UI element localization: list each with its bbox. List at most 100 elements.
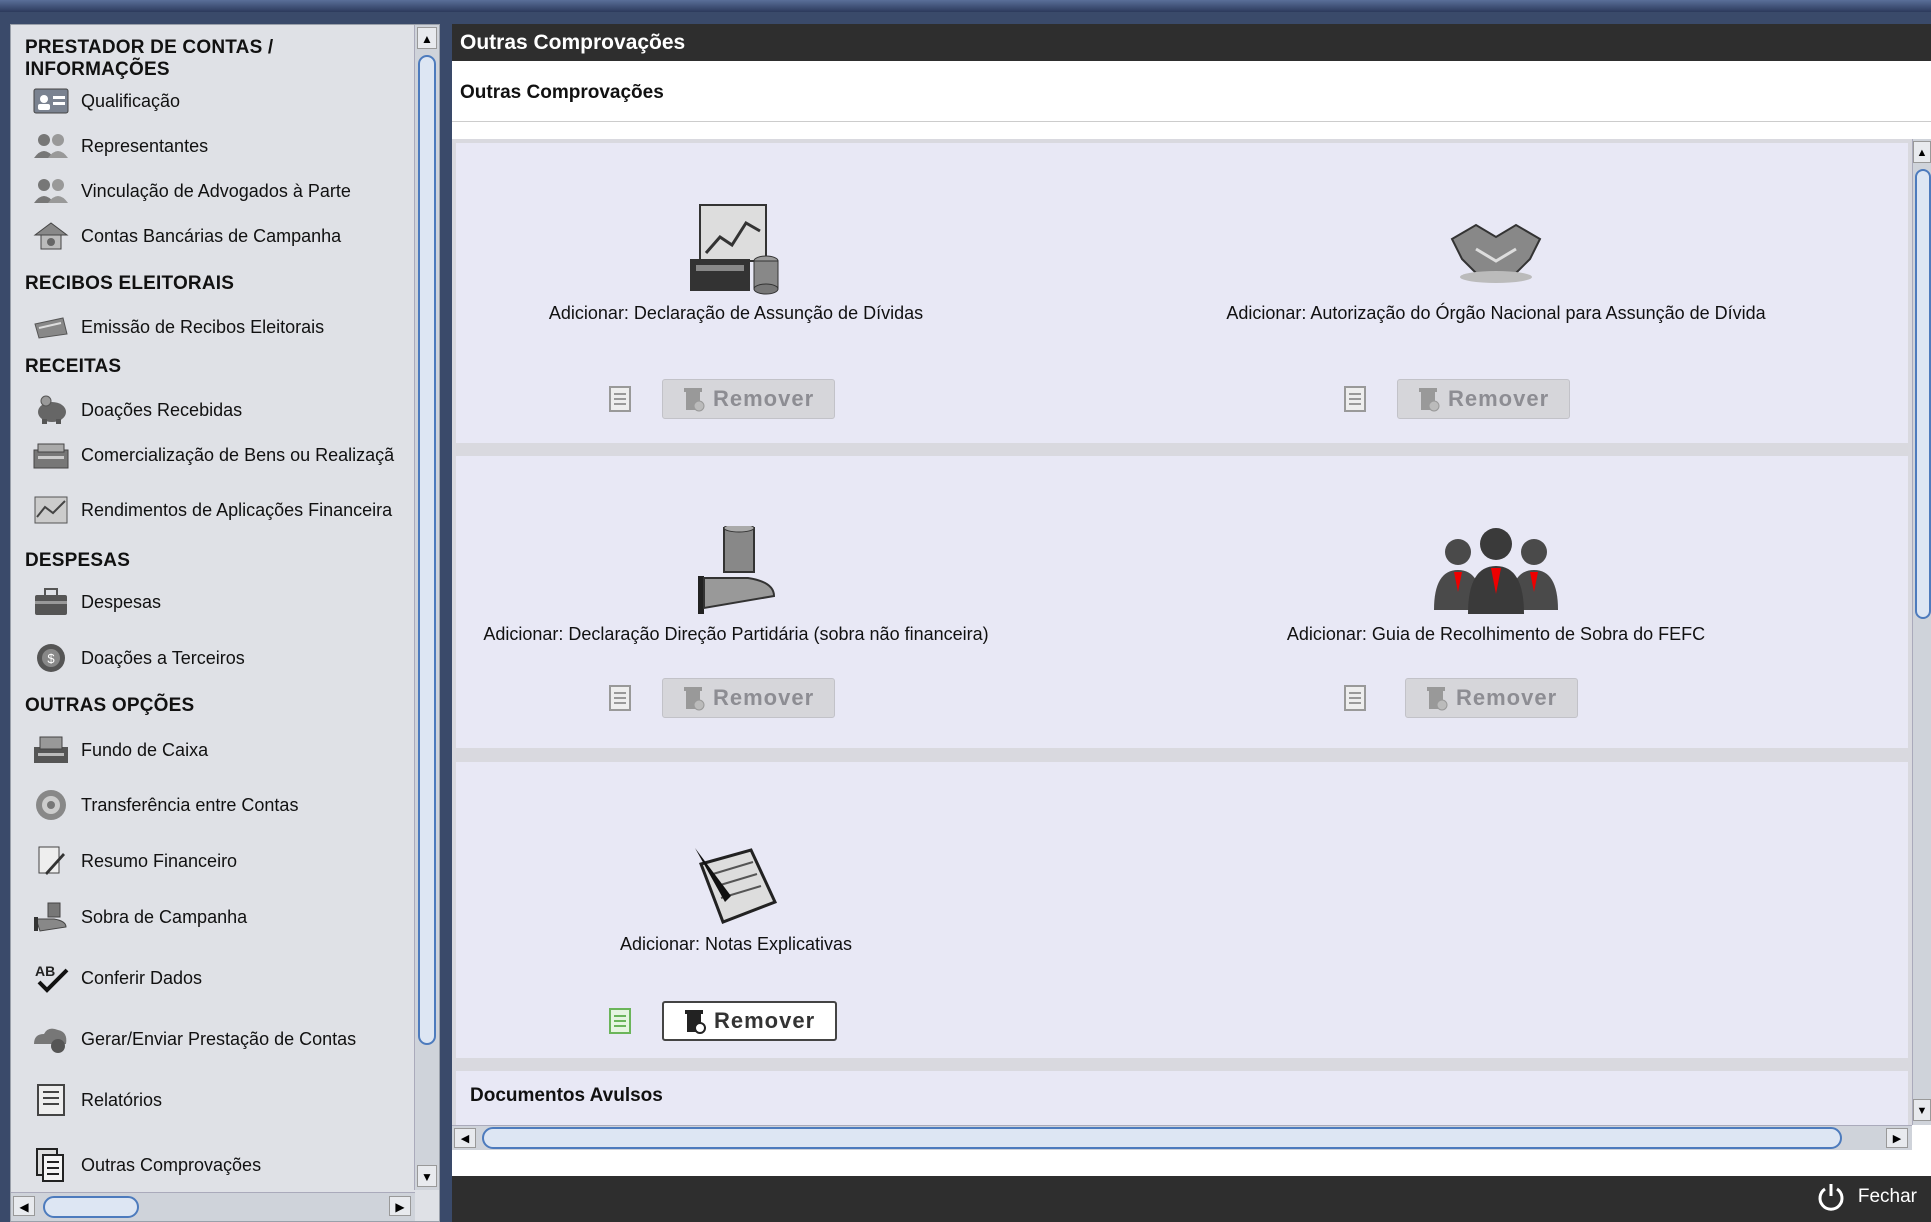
receipt-icon	[31, 310, 71, 344]
section-title-despesas: DESPESAS	[25, 550, 131, 571]
sidebar-item-doacoes-recebidas[interactable]: Doações Recebidas	[31, 390, 242, 430]
remove-label: Remover	[713, 386, 815, 411]
scroll-up-arrow[interactable]: ▲	[417, 27, 437, 49]
sidebar-item-label: Vinculação de Advogados à Parte	[81, 180, 351, 201]
sidebar-item-despesas[interactable]: Despesas	[31, 582, 161, 622]
hand-coins-icon	[31, 900, 71, 934]
trash-icon	[683, 386, 705, 412]
sidebar-item-contas-bancarias[interactable]: Contas Bancárias de Campanha	[31, 216, 341, 256]
scroll-down-arrow[interactable]: ▼	[417, 1165, 437, 1187]
sidebar-item-relatorios[interactable]: Relatórios	[31, 1080, 162, 1120]
window-top-bar	[0, 0, 1931, 12]
section-title-recibos: RECIBOS ELEITORAIS	[25, 273, 235, 294]
sidebar-item-doacoes-terceiros[interactable]: $ Doações a Terceiros	[31, 638, 245, 678]
people-icon	[31, 174, 71, 208]
document-icon[interactable]	[606, 1007, 634, 1035]
footer-bar: Fechar	[452, 1176, 1931, 1222]
main-vertical-scrollbar[interactable]: ▲ ▼	[1912, 139, 1931, 1125]
remove-button[interactable]: Remover	[662, 379, 836, 419]
id-card-icon	[31, 84, 71, 118]
document-icon[interactable]	[1341, 684, 1369, 712]
section-title-receitas: RECEITAS	[25, 356, 122, 377]
scroll-up-arrow[interactable]: ▲	[1913, 141, 1931, 163]
card-label: Adicionar: Autorização do Órgão Nacional…	[1226, 303, 1766, 323]
sidebar-item-label: Conferir Dados	[81, 967, 203, 988]
main-horizontal-scrollbar[interactable]: ◀ ▶	[452, 1125, 1912, 1150]
document-icon[interactable]	[1341, 385, 1369, 413]
sidebar-item-label: Emissão de Recibos Eleitorais	[81, 316, 325, 337]
card-label: Adicionar: Notas Explicativas	[619, 934, 853, 954]
sidebar-item-conferir-dados[interactable]: AB Conferir Dados	[31, 958, 202, 998]
sidebar-item-label: Doações a Terceiros	[81, 647, 245, 668]
sidebar-item-label: Contas Bancárias de Campanha	[81, 225, 342, 246]
document-icon[interactable]	[606, 684, 634, 712]
sidebar-item-label: Doações Recebidas	[81, 399, 243, 420]
sidebar-horizontal-scrollbar[interactable]: ◀ ▶	[11, 1192, 415, 1221]
sidebar-item-gerar-enviar[interactable]: Gerar/Enviar Prestação de Contas	[31, 1019, 356, 1059]
sidebar-item-label: Qualificação	[81, 90, 181, 111]
sidebar-item-comercializacao[interactable]: Comercialização de Bens ou Realizaçã	[31, 435, 394, 475]
scroll-right-arrow[interactable]: ▶	[389, 1196, 411, 1216]
remove-button[interactable]: Remover	[1405, 678, 1579, 718]
scroll-thumb[interactable]	[418, 55, 436, 1045]
sidebar-item-transferencia[interactable]: Transferência entre Contas	[31, 785, 298, 825]
card-label: Adicionar: Declaração de Assunção de Dív…	[548, 303, 924, 323]
trash-icon	[684, 1008, 706, 1034]
sidebar-item-label: Sobra de Campanha	[81, 906, 248, 927]
sidebar-item-label: Representantes	[81, 135, 209, 156]
sidebar-item-vinculacao[interactable]: Vinculação de Advogados à Parte	[31, 171, 351, 211]
sidebar: PRESTADOR DE CONTAS / INFORMAÇÕES Qualif…	[10, 24, 440, 1222]
power-icon	[1816, 1182, 1846, 1212]
sidebar-item-rendimentos[interactable]: Rendimentos de Aplicações Financeira	[31, 490, 392, 530]
card-notas-explicativas[interactable]: Adicionar: Notas Explicativas	[556, 844, 916, 955]
svg-text:AB: AB	[35, 963, 55, 979]
remove-label: Remover	[713, 685, 815, 710]
sidebar-item-resumo-financeiro[interactable]: Resumo Financeiro	[31, 841, 237, 881]
transfer-icon	[31, 788, 71, 822]
sidebar-content: PRESTADOR DE CONTAS / INFORMAÇÕES Qualif…	[11, 25, 415, 1190]
sidebar-vertical-scrollbar[interactable]: ▲ ▼	[414, 25, 439, 1190]
sidebar-item-fundo-caixa[interactable]: Fundo de Caixa	[31, 730, 208, 770]
card-actions-notas-explicativas: Remover	[606, 1001, 838, 1041]
scroll-left-arrow[interactable]: ◀	[13, 1196, 35, 1216]
document-pen-icon	[31, 844, 71, 878]
card-autorizacao-orgao[interactable]: Adicionar: Autorização do Órgão Nacional…	[1196, 203, 1796, 324]
divider	[452, 121, 1931, 122]
card-declaracao-direcao[interactable]: Adicionar: Declaração Direção Partidária…	[466, 526, 1006, 645]
remove-button[interactable]: Remover	[662, 1001, 838, 1041]
remove-button[interactable]: Remover	[1397, 379, 1571, 419]
scroll-thumb[interactable]	[43, 1196, 139, 1218]
sidebar-item-representantes[interactable]: Representantes	[31, 126, 208, 166]
scroll-left-arrow[interactable]: ◀	[454, 1128, 476, 1148]
documents-icon	[31, 1148, 71, 1182]
sidebar-item-label: Despesas	[81, 591, 162, 612]
document-icon[interactable]	[606, 385, 634, 413]
sidebar-item-emissao-recibos[interactable]: Emissão de Recibos Eleitorais	[31, 307, 324, 347]
scroll-thumb[interactable]	[482, 1127, 1842, 1149]
scroll-right-arrow[interactable]: ▶	[1886, 1128, 1908, 1148]
comprovacoes-row-3: Adicionar: Notas Explicativas Remover	[456, 762, 1908, 1058]
sidebar-item-label: Fundo de Caixa	[81, 739, 209, 760]
close-button[interactable]: Fechar	[1816, 1182, 1917, 1212]
people-icon	[31, 129, 71, 163]
comprovacoes-content: Adicionar: Declaração de Assunção de Dív…	[452, 139, 1912, 1149]
card-actions-declaracao-assuncao: Remover	[606, 379, 836, 419]
sidebar-item-outras-comprovacoes[interactable]: Outras Comprovações	[31, 1145, 261, 1185]
sidebar-item-sobra-campanha[interactable]: Sobra de Campanha	[31, 897, 247, 937]
comprovacoes-row-2: Adicionar: Declaração Direção Partidária…	[456, 456, 1908, 748]
remove-button[interactable]: Remover	[662, 678, 836, 718]
sidebar-item-label: Relatórios	[81, 1089, 163, 1110]
main-panel: Outras Comprovações Outras Comprovações …	[452, 24, 1931, 1222]
card-guia-recolhimento[interactable]: Adicionar: Guia de Recolhimento de Sobra…	[1196, 526, 1796, 645]
scroll-down-arrow[interactable]: ▼	[1913, 1099, 1931, 1121]
card-declaracao-assuncao[interactable]: Adicionar: Declaração de Assunção de Dív…	[506, 203, 966, 324]
sidebar-item-label: Comercialização de Bens ou Realizaçã	[81, 444, 395, 465]
sidebar-item-qualificacao[interactable]: Qualificação	[31, 81, 180, 121]
spellcheck-icon: AB	[31, 961, 71, 995]
coin-icon: $	[31, 641, 71, 675]
card-label: Adicionar: Declaração Direção Partidária…	[483, 624, 989, 644]
scroll-thumb[interactable]	[1915, 169, 1931, 619]
sidebar-item-label: Outras Comprovações	[81, 1154, 262, 1175]
sidebar-item-label: Gerar/Enviar Prestação de Contas	[81, 1028, 357, 1049]
chart-icon	[31, 493, 71, 527]
